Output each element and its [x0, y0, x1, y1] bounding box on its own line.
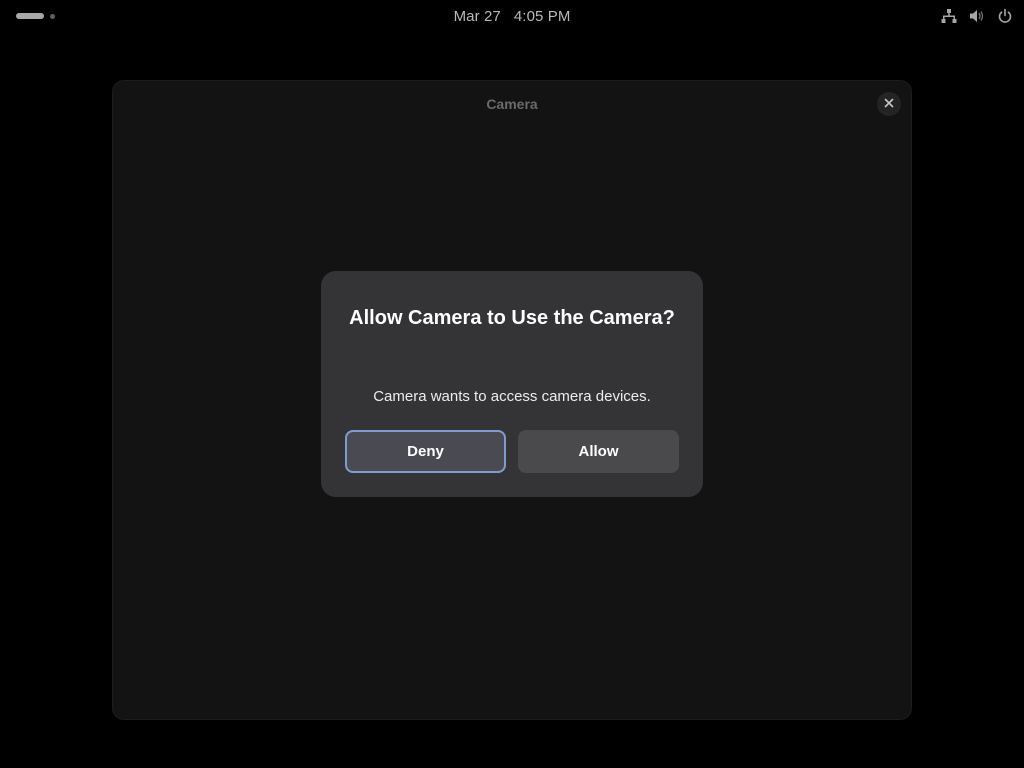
allow-button[interactable]: Allow [518, 430, 679, 473]
clock-button[interactable]: Mar 27 4:05 PM [448, 6, 577, 27]
top-bar: Mar 27 4:05 PM [0, 0, 1024, 32]
activities-button[interactable] [8, 8, 64, 24]
clock-date: Mar 27 [453, 7, 501, 25]
camera-permission-dialog: Allow Camera to Use the Camera? Camera w… [321, 271, 703, 497]
system-tray[interactable] [940, 6, 1014, 26]
dialog-message: Camera wants to access camera devices. [373, 388, 651, 405]
window-close-button[interactable] [877, 92, 901, 116]
window-title: Camera [486, 96, 538, 112]
clock: Mar 27 4:05 PM [0, 0, 1024, 32]
dialog-title: Allow Camera to Use the Camera? [349, 307, 675, 329]
volume-icon[interactable] [968, 7, 986, 25]
close-icon [884, 95, 894, 113]
deny-button[interactable]: Deny [345, 430, 506, 473]
network-icon[interactable] [940, 7, 958, 25]
active-workspace-indicator [16, 13, 44, 19]
workspace-indicator [50, 14, 55, 19]
power-icon[interactable] [996, 7, 1014, 25]
clock-time: 4:05 PM [513, 7, 571, 25]
